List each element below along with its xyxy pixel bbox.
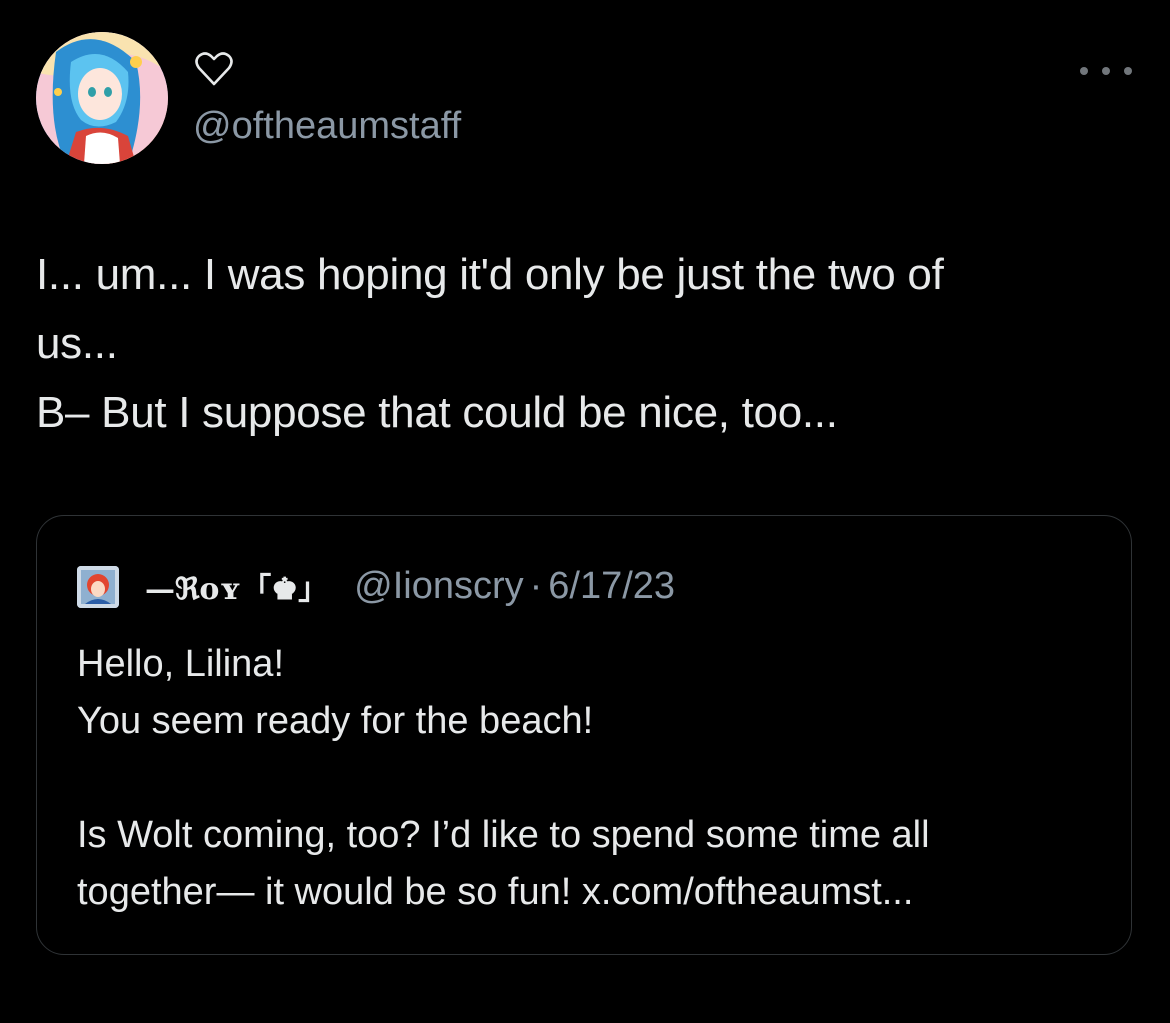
author-handle[interactable]: @oftheaumstaff	[193, 104, 461, 148]
quoted-display-name[interactable]: —ℜoʏ「♚」	[145, 564, 328, 608]
quoted-handle[interactable]: @Iionscry	[354, 565, 524, 608]
quoted-separator: ·	[529, 564, 543, 607]
post-text-line: us...	[36, 319, 118, 368]
more-dot	[1124, 67, 1132, 75]
more-dot	[1102, 67, 1110, 75]
quoted-text-line: together— it would be so fun! x.com/ofth…	[77, 871, 914, 913]
heart-outline-icon	[193, 48, 235, 90]
quoted-text-line	[77, 750, 1107, 807]
author-avatar[interactable]	[36, 32, 168, 164]
avatar-illustration	[36, 32, 168, 164]
quoted-avatar-illustration	[77, 566, 119, 608]
quoted-author-avatar[interactable]	[77, 566, 119, 608]
quoted-text-line: Hello, Lilina!	[77, 643, 284, 685]
more-horizontal-icon[interactable]	[1080, 56, 1132, 86]
post-text-line: B– But I suppose that could be nice, too…	[36, 388, 838, 437]
post-text-line: I... um... I was hoping it'd only be jus…	[36, 250, 944, 299]
quoted-text-line: Is Wolt coming, too? I’d like to spend s…	[77, 814, 930, 856]
more-dot	[1080, 67, 1088, 75]
post-card: @oftheaumstaff I... um... I was hoping i…	[0, 0, 1170, 1023]
quoted-post-card[interactable]: —ℜoʏ「♚」 @Iionscry · 6/17/23 Hello, Lilin…	[36, 515, 1132, 955]
quoted-post-header: —ℜoʏ「♚」 @Iionscry · 6/17/23	[145, 560, 675, 612]
post-text: I... um... I was hoping it'd only be jus…	[36, 240, 1136, 447]
quoted-post-text: Hello, Lilina! You seem ready for the be…	[77, 636, 1107, 921]
quoted-date[interactable]: 6/17/23	[548, 565, 675, 608]
quoted-text-line: You seem ready for the beach!	[77, 700, 594, 742]
